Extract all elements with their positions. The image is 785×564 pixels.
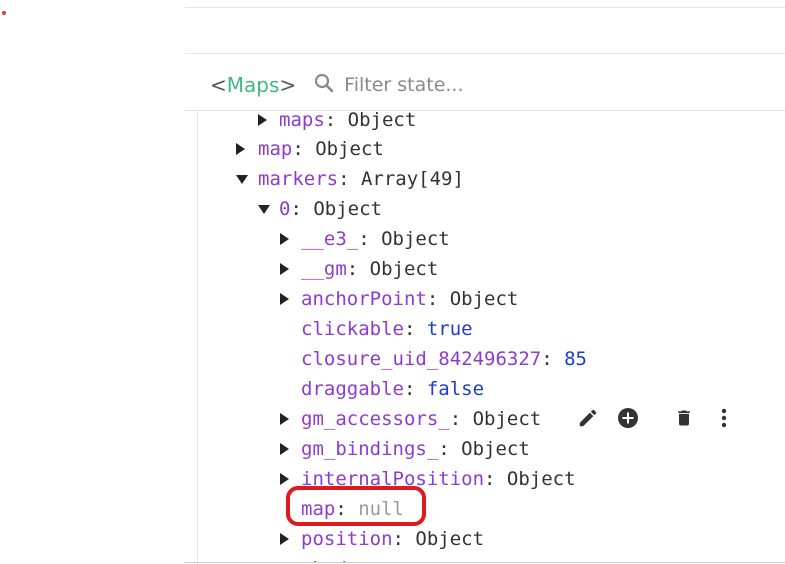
more-vert-icon[interactable] xyxy=(711,405,737,431)
key-value-separator: : xyxy=(290,198,314,220)
toolbar-bottom-border xyxy=(185,53,785,54)
expand-arrow-icon[interactable] xyxy=(280,263,289,275)
state-tree-row[interactable]: clickable: true xyxy=(301,314,473,344)
state-key: __gm xyxy=(301,258,347,280)
state-key: draggable xyxy=(301,378,404,400)
edit-icon[interactable] xyxy=(575,405,601,431)
state-value: Object xyxy=(461,438,530,460)
state-tree-row[interactable]: 0: Object xyxy=(279,194,382,224)
filter-state-box xyxy=(314,73,605,97)
expand-arrow-icon[interactable] xyxy=(280,293,289,305)
state-value: Object xyxy=(369,258,439,280)
state-key: anchorPoint xyxy=(301,288,427,310)
key-value-separator: : xyxy=(338,168,361,190)
add-circle-icon[interactable] xyxy=(615,405,641,431)
state-tree-row[interactable]: map: Object xyxy=(258,134,384,164)
key-value-separator: : xyxy=(449,408,473,430)
expand-arrow-icon[interactable] xyxy=(280,533,289,545)
state-tree-row[interactable]: gm_bindings_: Object xyxy=(301,434,530,464)
state-key: closure_uid_842496327 xyxy=(301,348,542,370)
collapse-arrow-icon[interactable] xyxy=(236,175,248,184)
panel-bottom-border xyxy=(185,562,785,563)
key-value-separator: : xyxy=(292,138,316,160)
state-key: clickable xyxy=(301,318,404,340)
state-value: Array[49] xyxy=(360,168,464,190)
state-tree-row[interactable]: position: Object xyxy=(301,524,484,554)
component-name: <Maps> xyxy=(210,73,296,97)
state-tree-row[interactable]: __gm: Object xyxy=(301,254,438,284)
state-value[interactable]: false xyxy=(427,378,484,400)
state-key: maps xyxy=(279,109,325,131)
delete-icon[interactable] xyxy=(671,405,697,431)
state-tree-row[interactable]: markers: Array[49] xyxy=(258,164,464,194)
row-actions-toolbar xyxy=(575,404,751,432)
state-value: Object xyxy=(506,468,576,490)
header-bottom-border xyxy=(185,110,785,111)
component-name-close: > xyxy=(279,73,297,97)
key-value-separator: : xyxy=(541,348,565,370)
expand-arrow-icon[interactable] xyxy=(258,114,267,126)
state-value[interactable]: true xyxy=(427,318,473,340)
collapse-arrow-icon[interactable] xyxy=(258,205,270,214)
key-value-separator: : xyxy=(403,378,427,400)
state-value: Object xyxy=(415,528,485,550)
key-value-separator: : xyxy=(426,288,450,310)
annotation-highlight-box xyxy=(286,486,426,526)
state-inspector-header: <Maps> xyxy=(210,68,605,102)
state-key: __e3_ xyxy=(301,228,359,250)
state-value: Object xyxy=(347,109,417,131)
state-key: map xyxy=(258,138,293,160)
state-value: Object xyxy=(472,408,542,430)
state-value: Object xyxy=(313,198,382,220)
key-value-separator: : xyxy=(403,318,427,340)
state-tree-row[interactable]: __e3_: Object xyxy=(301,224,450,254)
state-key: position xyxy=(301,528,393,550)
key-value-separator: : xyxy=(438,438,462,460)
key-value-separator: : xyxy=(392,528,416,550)
state-value[interactable]: 85 xyxy=(564,348,587,370)
component-name-open: < xyxy=(210,73,227,97)
key-value-separator: : xyxy=(484,468,507,490)
expand-arrow-icon[interactable] xyxy=(280,443,289,455)
search-icon xyxy=(314,73,334,97)
state-key: markers xyxy=(258,168,339,190)
red-dot-marker xyxy=(2,11,6,15)
state-tree-row[interactable]: closure_uid_842496327: 85 xyxy=(301,344,587,374)
state-key: gm_bindings_ xyxy=(301,438,439,460)
expand-arrow-icon[interactable] xyxy=(280,413,289,425)
state-tree-row[interactable]: draggable: false xyxy=(301,374,484,404)
state-tree-row[interactable]: gm_accessors_: Object xyxy=(301,404,541,434)
state-key: gm_accessors_ xyxy=(301,408,450,430)
key-value-separator: : xyxy=(346,258,370,280)
component-name-text: Maps xyxy=(226,73,280,97)
state-value: Object xyxy=(381,228,450,250)
toolbar-top-border xyxy=(185,7,785,8)
state-value: Object xyxy=(315,138,384,160)
state-tree-row[interactable]: anchorPoint: Object xyxy=(301,284,518,314)
expand-arrow-icon[interactable] xyxy=(280,473,289,485)
state-value: Object xyxy=(449,288,519,310)
key-value-separator: : xyxy=(324,109,348,131)
state-key: 0 xyxy=(279,198,291,220)
expand-arrow-icon[interactable] xyxy=(236,143,245,155)
expand-arrow-icon[interactable] xyxy=(280,233,289,245)
key-value-separator: : xyxy=(358,228,382,250)
filter-state-input[interactable] xyxy=(344,74,605,96)
